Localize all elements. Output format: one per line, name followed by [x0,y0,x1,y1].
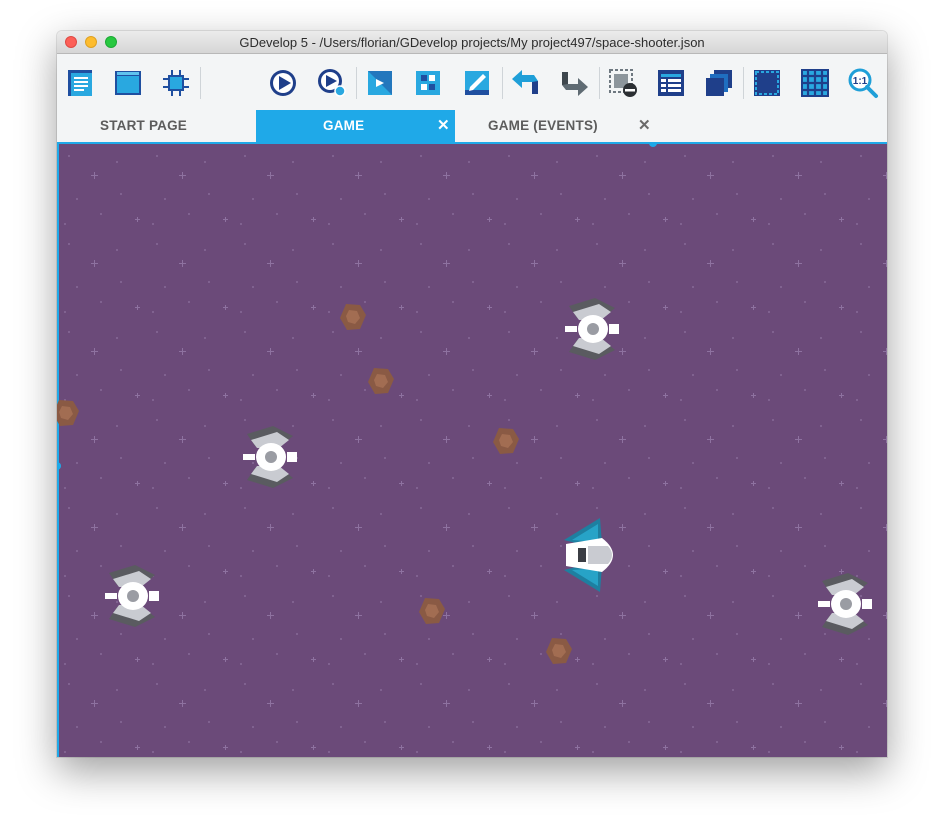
preview-play-icon [270,70,296,96]
delete-instance-button[interactable] [607,67,639,99]
redo-button[interactable] [558,67,590,99]
project-manager-icon [68,70,92,96]
tab-start-page[interactable]: START PAGE [57,110,256,142]
debug-preview-button[interactable] [316,67,348,99]
debug-preview-icon [318,69,346,97]
enemy-ship-icon[interactable] [816,573,874,635]
tab-label: START PAGE [100,118,188,133]
asteroid-icon[interactable] [338,302,368,332]
toolbar: 1:1 [57,54,887,110]
redo-icon [562,72,588,96]
layers-button[interactable] [703,67,735,99]
enemy-ship-icon[interactable] [103,565,161,627]
toolbar-separator [200,67,201,99]
project-manager-button[interactable] [64,67,96,99]
selection-left-edge [57,144,59,757]
enemy-ship-icon[interactable] [563,298,621,360]
toolbar-separator [599,67,600,99]
app-window: GDevelop 5 - /Users/florian/GDevelop pro… [57,31,887,757]
grid-button[interactable] [799,67,831,99]
instances-list-button[interactable] [655,67,687,99]
toolbar-separator [356,67,357,99]
svg-text:1:1: 1:1 [853,76,868,87]
player-ship-icon[interactable] [562,518,626,592]
grid-icon [801,69,829,97]
tab-game[interactable]: GAME ✕ [256,110,455,142]
undo-button[interactable] [510,67,542,99]
zoom-reset-icon: 1:1 [848,68,878,98]
asteroid-icon[interactable] [491,426,521,456]
toolbar-separator [743,67,744,99]
asteroid-icon[interactable] [544,636,574,666]
objects-button[interactable] [364,67,396,99]
objects-icon [368,71,392,95]
scene-editor-button[interactable] [112,67,144,99]
title-bar: GDevelop 5 - /Users/florian/GDevelop pro… [57,31,887,54]
window-mask-button[interactable] [751,67,783,99]
scene-editor-icon [115,71,141,95]
extensions-button[interactable] [160,67,192,99]
undo-icon [512,70,538,94]
delete-instance-icon [609,69,637,97]
asteroid-icon[interactable] [366,366,396,396]
tab-label: GAME (EVENTS) [488,118,598,133]
tab-label: GAME [323,118,365,133]
object-groups-icon [416,71,440,95]
object-groups-button[interactable] [412,67,444,99]
enemy-ship-icon[interactable] [241,426,299,488]
close-tab-icon[interactable]: ✕ [638,110,651,142]
zoom-reset-button[interactable]: 1:1 [847,67,879,99]
preview-button[interactable] [267,67,299,99]
asteroid-icon[interactable] [417,596,447,626]
scene-canvas[interactable] [57,142,887,757]
asteroid-icon[interactable] [57,398,81,428]
editor-tabs: START PAGE GAME ✕ GAME (EVENTS) ✕ [57,110,887,142]
properties-edit-icon [465,71,489,95]
scene-background [57,144,887,757]
close-tab-icon[interactable]: ✕ [437,110,450,142]
window-mask-icon [754,70,780,96]
tab-game-events[interactable]: GAME (EVENTS) ✕ [455,110,654,142]
properties-button[interactable] [461,67,493,99]
instances-list-icon [658,70,684,96]
toolbar-separator [502,67,503,99]
extensions-icon [163,70,189,96]
window-title: GDevelop 5 - /Users/florian/GDevelop pro… [239,35,705,50]
layers-icon [706,70,732,96]
